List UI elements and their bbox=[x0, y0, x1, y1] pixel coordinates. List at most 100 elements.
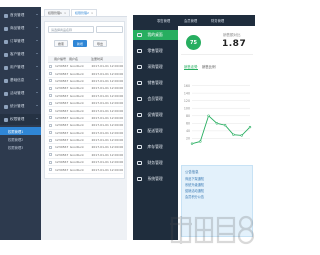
row-checkbox[interactable] bbox=[49, 79, 52, 83]
sidebar-item[interactable]: 商品管理 bbox=[0, 23, 41, 34]
table-body: 1234567 Goodluck 2017-01-01 12:00:00 123456… bbox=[48, 63, 123, 174]
tab-item[interactable]: 权限管理2 × bbox=[71, 9, 97, 16]
data-point[interactable] bbox=[223, 124, 227, 127]
table-cell: 1234567 bbox=[55, 130, 69, 135]
product-name-select[interactable]: 请选择商品名称 bbox=[48, 26, 94, 33]
sidebar-item[interactable]: 客户管理 bbox=[0, 49, 41, 60]
sidebar-item[interactable]: 采购管理 bbox=[133, 62, 178, 72]
menu-icon bbox=[4, 13, 8, 18]
table-row[interactable]: 1234567 Goodluck 2017-01-01 12:00:00 bbox=[48, 166, 123, 174]
table-row[interactable]: 1234567 Goodluck 2017-01-01 12:00:00 bbox=[48, 85, 123, 93]
table-cell: 1234567 bbox=[55, 101, 69, 106]
chevron-down-icon bbox=[36, 27, 38, 28]
left-main-area: 权限管理1 × 权限管理2 × 请选择商品名称 搜索 新增 导出 用户编号 用户… bbox=[41, 7, 127, 240]
row-checkbox[interactable] bbox=[49, 145, 52, 149]
tab-item[interactable]: 权限管理1 × bbox=[44, 9, 70, 16]
table-row[interactable]: 1234567 Goodluck 2017-01-01 12:00:00 bbox=[48, 130, 123, 137]
tab-sales-ratio[interactable]: 销售比例 bbox=[202, 64, 216, 69]
table-header-cell: 用户名 bbox=[69, 57, 79, 61]
sidebar-item[interactable]: 财务管理 bbox=[133, 158, 178, 168]
row-checkbox[interactable] bbox=[49, 168, 52, 172]
row-checkbox[interactable] bbox=[49, 64, 52, 68]
row-checkbox[interactable] bbox=[49, 109, 52, 113]
sidebar-item[interactable]: 配送管理 bbox=[133, 126, 178, 136]
sidebar-item[interactable]: 系统管理 bbox=[133, 174, 178, 184]
search-button[interactable]: 搜索 bbox=[54, 40, 68, 47]
sidebar-item-label: 商品管理 bbox=[10, 26, 25, 30]
sidebar-item[interactable]: 我的桌面 bbox=[133, 30, 178, 40]
sidebar-item[interactable]: 用户管理 bbox=[0, 62, 41, 73]
status-select[interactable] bbox=[96, 26, 123, 33]
data-point[interactable] bbox=[199, 140, 202, 143]
table-row[interactable]: 1234567 Goodluck 2017-01-01 12:00:00 bbox=[48, 152, 123, 160]
tab-sales-trend[interactable]: 销售走势 bbox=[184, 64, 198, 70]
sidebar-item[interactable]: 促销管理 bbox=[133, 110, 178, 120]
sidebar-item[interactable]: 权限管理 bbox=[0, 114, 41, 125]
data-point[interactable] bbox=[240, 134, 243, 137]
sidebar-item[interactable]: 零售管理 bbox=[133, 46, 178, 56]
right-admin-screen: 零售管理 会员管理 财务管理 我的桌面 零售管理 采购管理 销售管理 会员管理 促销管理配… bbox=[133, 15, 255, 240]
sidebar-item[interactable]: 首页管理 bbox=[0, 10, 41, 21]
row-checkbox[interactable] bbox=[49, 153, 52, 157]
notice-item[interactable]: 系统升级通知 bbox=[185, 182, 204, 187]
sales-compare-label: 销售额对比 bbox=[223, 33, 241, 37]
sidebar-subitem[interactable]: 权限管理1 bbox=[0, 127, 41, 135]
top-link-finance[interactable]: 财务管理 bbox=[211, 18, 224, 23]
sidebar-item[interactable]: 订单管理 bbox=[0, 36, 41, 47]
table-row[interactable]: 1234567 Goodluck 2017-01-01 12:00:00 bbox=[48, 93, 123, 100]
progress-circle-badge: 75 bbox=[186, 35, 201, 50]
table-cell: Goodluck bbox=[69, 115, 84, 120]
tab-label: 权限管理1 bbox=[48, 11, 62, 15]
table-row[interactable]: 1234567 Goodluck 2017-01-01 12:00:00 bbox=[48, 100, 123, 108]
table-row[interactable]: 1234567 Goodluck 2017-01-01 12:00:00 bbox=[48, 159, 123, 167]
sidebar-item[interactable]: 统计管理 bbox=[0, 101, 41, 112]
row-checkbox[interactable] bbox=[49, 131, 52, 135]
sidebar-item[interactable]: 活动管理 bbox=[0, 88, 41, 99]
row-checkbox[interactable] bbox=[49, 123, 52, 127]
data-point[interactable] bbox=[207, 114, 210, 117]
table-row[interactable]: 1234567 Goodluck 2017-01-01 12:00:00 bbox=[48, 70, 123, 78]
table-cell: Goodluck bbox=[69, 145, 84, 150]
table-row[interactable]: 1234567 Goodluck 2017-01-01 12:00:00 bbox=[48, 115, 123, 123]
sidebar-subitem[interactable]: 权限管理3 bbox=[0, 143, 41, 151]
table-cell: 1234567 bbox=[55, 138, 69, 143]
sidebar-item-label: 财务管理 bbox=[147, 160, 163, 165]
export-button[interactable]: 导出 bbox=[93, 40, 107, 47]
close-icon[interactable]: × bbox=[91, 11, 94, 15]
table-cell: 2017-01-01 12:00:00 bbox=[91, 86, 123, 91]
top-link-retail[interactable]: 零售管理 bbox=[157, 18, 170, 23]
top-link-member[interactable]: 会员管理 bbox=[184, 18, 197, 23]
notice-item[interactable]: 商品下架通知 bbox=[185, 176, 204, 181]
sidebar-item[interactable]: 销售管理 bbox=[133, 78, 178, 88]
row-checkbox[interactable] bbox=[49, 116, 52, 120]
row-checkbox[interactable] bbox=[49, 101, 52, 105]
sidebar-subitem[interactable]: 权限管理2 bbox=[0, 135, 41, 143]
sidebar-item[interactable]: 基础信息 bbox=[0, 75, 41, 86]
row-checkbox[interactable] bbox=[49, 94, 52, 98]
table-cell: 1234567 bbox=[55, 145, 69, 150]
row-checkbox[interactable] bbox=[49, 160, 52, 164]
table-cell: 1234567 bbox=[55, 152, 69, 157]
data-point[interactable] bbox=[232, 133, 235, 136]
table-row[interactable]: 1234567 Goodluck 2017-01-01 12:00:00 bbox=[48, 137, 123, 145]
data-point[interactable] bbox=[248, 125, 252, 129]
close-icon[interactable]: × bbox=[64, 11, 67, 15]
table-row[interactable]: 1234567 Goodluck 2017-01-01 12:00:00 bbox=[48, 122, 123, 130]
add-button[interactable]: 新增 bbox=[73, 40, 87, 47]
table-row[interactable]: 1234567 Goodluck 2017-01-01 12:00:00 bbox=[48, 63, 123, 71]
row-checkbox[interactable] bbox=[49, 86, 52, 90]
notice-item[interactable]: 促销活动通知 bbox=[185, 188, 204, 193]
data-point[interactable] bbox=[190, 142, 194, 145]
sidebar-item-label: 系统管理 bbox=[147, 176, 163, 181]
table-row[interactable]: 1234567 Goodluck 2017-01-01 12:00:00 bbox=[48, 144, 123, 152]
row-checkbox[interactable] bbox=[49, 138, 52, 142]
row-checkbox[interactable] bbox=[49, 72, 52, 76]
table-row[interactable]: 1234567 Goodluck 2017-01-01 12:00:00 bbox=[48, 78, 123, 86]
data-point[interactable] bbox=[215, 122, 219, 125]
notice-item[interactable]: 会员积分公告 bbox=[185, 194, 204, 199]
left-sidebar: 首页管理商品管理订单管理客户管理用户管理基础信息活动管理统计管理权限管理权限管理… bbox=[0, 7, 41, 240]
sidebar-item[interactable]: 会员管理 bbox=[133, 94, 178, 104]
sidebar-item[interactable]: 库存管理 bbox=[133, 142, 178, 152]
gift-icon bbox=[137, 112, 142, 118]
table-row[interactable]: 1234567 Goodluck 2017-01-01 12:00:00 bbox=[48, 107, 123, 115]
